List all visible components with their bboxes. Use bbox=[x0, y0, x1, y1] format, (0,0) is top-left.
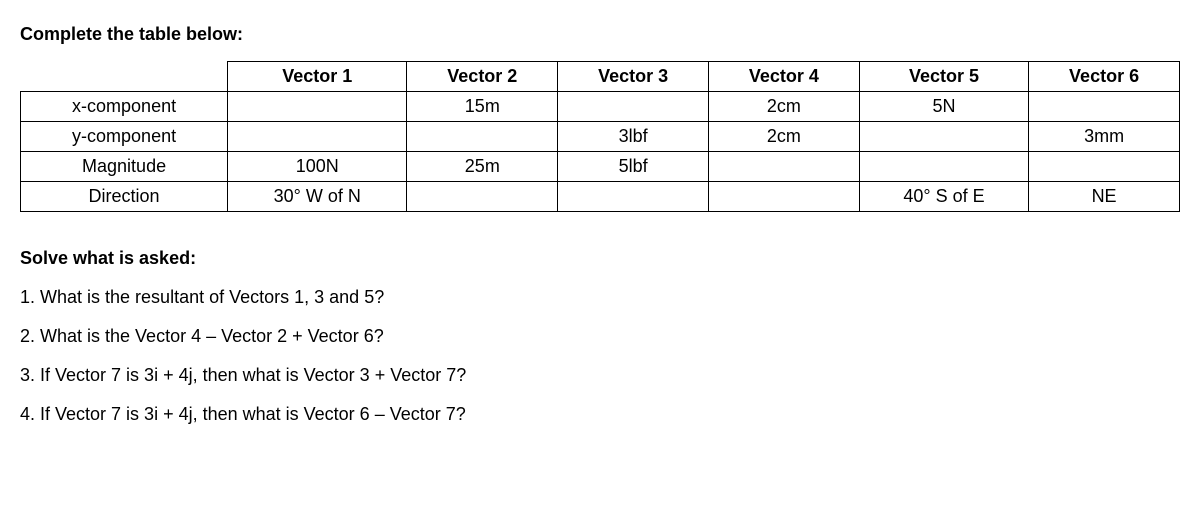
table-cell: 2cm bbox=[709, 92, 860, 122]
table-row: x-component 15m 2cm 5N bbox=[21, 92, 1180, 122]
table-cell bbox=[558, 92, 709, 122]
table-cell bbox=[709, 182, 860, 212]
table-row: y-component 3lbf 2cm 3mm bbox=[21, 122, 1180, 152]
table-cell: 25m bbox=[407, 152, 558, 182]
table-row: Magnitude 100N 25m 5lbf bbox=[21, 152, 1180, 182]
table-header-row: Vector 1 Vector 2 Vector 3 Vector 4 Vect… bbox=[21, 62, 1180, 92]
row-label-magnitude: Magnitude bbox=[21, 152, 228, 182]
col-header-vector2: Vector 2 bbox=[407, 62, 558, 92]
table-cell: 2cm bbox=[709, 122, 860, 152]
col-header-vector1: Vector 1 bbox=[228, 62, 407, 92]
table-cell bbox=[1029, 92, 1180, 122]
row-label-direction: Direction bbox=[21, 182, 228, 212]
table-cell: 3lbf bbox=[558, 122, 709, 152]
row-label-xcomponent: x-component bbox=[21, 92, 228, 122]
vector-table: Vector 1 Vector 2 Vector 3 Vector 4 Vect… bbox=[20, 61, 1180, 212]
table-cell: 5lbf bbox=[558, 152, 709, 182]
table-cell bbox=[859, 122, 1028, 152]
table-cell: 3mm bbox=[1029, 122, 1180, 152]
table-cell bbox=[228, 122, 407, 152]
table-cell bbox=[1029, 152, 1180, 182]
table-cell: 40° S of E bbox=[859, 182, 1028, 212]
col-header-vector5: Vector 5 bbox=[859, 62, 1028, 92]
table-cell bbox=[407, 182, 558, 212]
table-cell bbox=[407, 122, 558, 152]
col-header-vector4: Vector 4 bbox=[709, 62, 860, 92]
complete-table-heading: Complete the table below: bbox=[20, 24, 1180, 45]
table-cell: 5N bbox=[859, 92, 1028, 122]
col-header-vector6: Vector 6 bbox=[1029, 62, 1180, 92]
table-cell: 100N bbox=[228, 152, 407, 182]
question-1: 1. What is the resultant of Vectors 1, 3… bbox=[20, 287, 1180, 308]
blank-corner bbox=[21, 62, 228, 92]
table-cell bbox=[709, 152, 860, 182]
table-cell bbox=[228, 92, 407, 122]
table-cell: 15m bbox=[407, 92, 558, 122]
table-cell: 30° W of N bbox=[228, 182, 407, 212]
table-cell bbox=[859, 152, 1028, 182]
question-3: 3. If Vector 7 is 3i + 4j, then what is … bbox=[20, 365, 1180, 386]
col-header-vector3: Vector 3 bbox=[558, 62, 709, 92]
table-cell bbox=[558, 182, 709, 212]
table-cell: NE bbox=[1029, 182, 1180, 212]
row-label-ycomponent: y-component bbox=[21, 122, 228, 152]
solve-heading: Solve what is asked: bbox=[20, 248, 1180, 269]
table-row: Direction 30° W of N 40° S of E NE bbox=[21, 182, 1180, 212]
question-2: 2. What is the Vector 4 – Vector 2 + Vec… bbox=[20, 326, 1180, 347]
question-4: 4. If Vector 7 is 3i + 4j, then what is … bbox=[20, 404, 1180, 425]
